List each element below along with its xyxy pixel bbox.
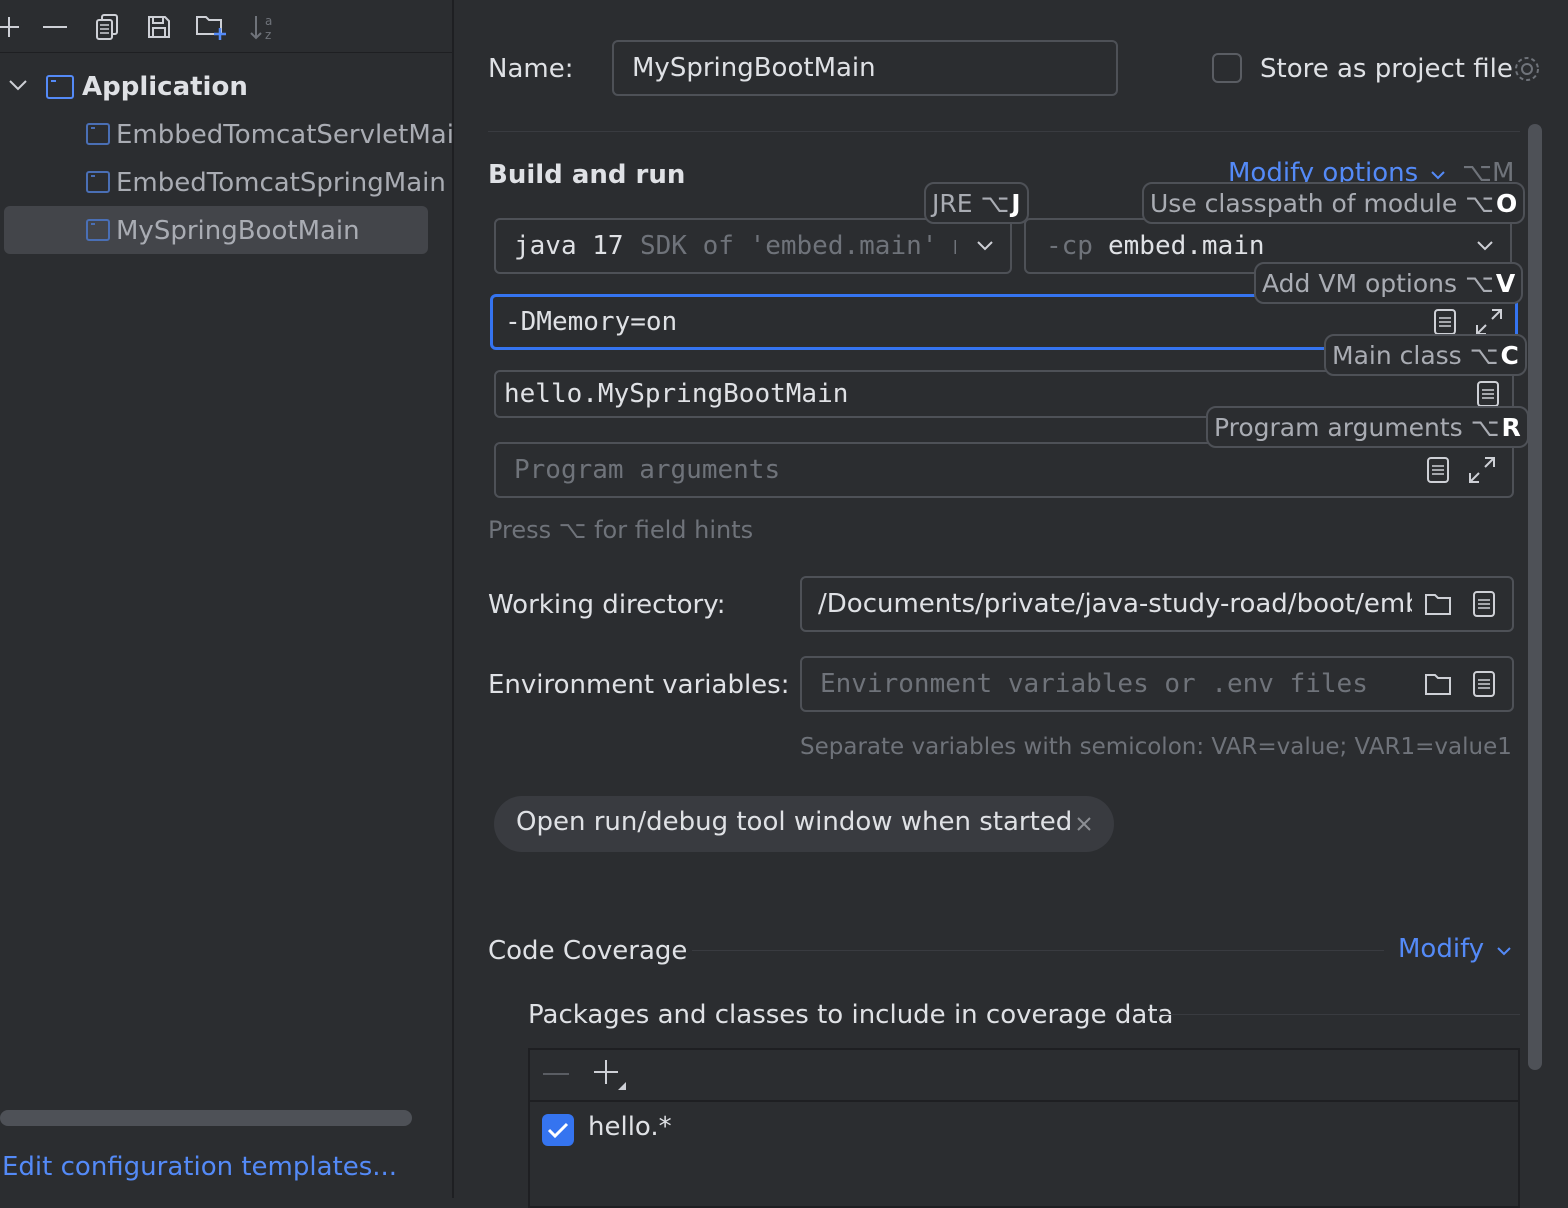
- add-icon[interactable]: [592, 1058, 628, 1092]
- working-directory-label: Working directory:: [488, 590, 726, 620]
- open-tool-window-option-chip[interactable]: Open run/debug tool window when started: [494, 796, 1114, 852]
- gear-icon[interactable]: [1512, 54, 1542, 84]
- package-pattern: hello.*: [588, 1112, 672, 1142]
- vertical-scrollbar[interactable]: [1528, 124, 1542, 1070]
- copy-icon[interactable]: [90, 10, 124, 44]
- separator: [488, 131, 1520, 132]
- store-as-project-checkbox[interactable]: [1212, 53, 1242, 83]
- list-icon[interactable]: [1470, 670, 1498, 698]
- list-icon[interactable]: [1474, 380, 1502, 408]
- expand-icon[interactable]: [1475, 308, 1503, 336]
- cp-prefix: -cp: [1046, 231, 1093, 261]
- tree-group-label: Application: [82, 72, 248, 102]
- svg-text:z: z: [265, 28, 271, 42]
- list-icon[interactable]: [1424, 456, 1452, 484]
- application-config-icon: [86, 219, 110, 241]
- coverage-packages-title: Packages and classes to include in cover…: [528, 1000, 1174, 1030]
- list-icon[interactable]: [1431, 308, 1459, 336]
- remove-icon[interactable]: [542, 1062, 570, 1086]
- toolbar-separator: [0, 52, 452, 53]
- panel-divider[interactable]: [452, 0, 454, 1198]
- application-config-icon: [86, 171, 110, 193]
- chevron-down-icon: [976, 240, 994, 252]
- separator: [692, 950, 1384, 951]
- close-icon[interactable]: [1076, 816, 1092, 832]
- chevron-down-icon: [1476, 240, 1494, 252]
- environment-variables-label: Environment variables:: [488, 670, 790, 700]
- tree-item-selected[interactable]: MySpringBootMain: [0, 208, 452, 254]
- tree-group-application[interactable]: Application: [0, 64, 452, 110]
- jre-shortcut-hint: JRE ⌥ J: [924, 182, 1029, 224]
- name-label: Name:: [488, 54, 574, 84]
- jre-select[interactable]: java 17 SDK of 'embed.main' m: [494, 218, 1012, 274]
- remove-icon[interactable]: [38, 10, 72, 44]
- edit-templates-link[interactable]: Edit configuration templates...: [2, 1152, 397, 1182]
- add-icon[interactable]: [0, 10, 26, 44]
- chevron-down-icon: [1496, 934, 1512, 964]
- jre-detail: SDK of 'embed.main' m: [640, 231, 956, 261]
- new-folder-icon[interactable]: [194, 10, 228, 44]
- tree-item-label: EmbedTomcatSpringMain: [116, 168, 446, 198]
- cp-module-value: embed.main: [1108, 231, 1265, 261]
- vm-options-shortcut-hint: Add VM options ⌥ V: [1254, 262, 1524, 304]
- field-hints-text: Press ⌥ for field hints: [488, 516, 754, 544]
- application-config-icon: [86, 123, 110, 145]
- configurations-panel: az Application EmbbedTomcatServletMain E…: [0, 0, 452, 1198]
- name-input[interactable]: MySpringBootMain: [612, 40, 1118, 96]
- jre-value: java 17: [514, 231, 624, 261]
- include-checkbox[interactable]: [542, 1114, 574, 1146]
- horizontal-scrollbar[interactable]: [0, 1110, 412, 1126]
- folder-icon[interactable]: [1424, 590, 1452, 618]
- svg-text:a: a: [265, 14, 272, 28]
- environment-variables-hint: Separate variables with semicolon: VAR=v…: [800, 734, 1512, 760]
- build-and-run-title: Build and run: [488, 160, 686, 190]
- expand-icon[interactable]: [1468, 456, 1496, 484]
- coverage-packages-table: hello.*: [528, 1048, 1520, 1208]
- classpath-shortcut-hint: Use classpath of module ⌥ O: [1142, 182, 1526, 224]
- folder-icon[interactable]: [1424, 670, 1452, 698]
- program-arguments-input[interactable]: Program arguments: [494, 442, 1514, 498]
- store-as-project-label[interactable]: Store as project file: [1260, 54, 1513, 84]
- main-class-shortcut-hint: Main class ⌥ C: [1324, 334, 1527, 376]
- working-directory-input[interactable]: /Documents/private/java-study-road/boot/…: [800, 576, 1514, 632]
- tree-item-label: MySpringBootMain: [116, 216, 360, 246]
- tree-item-label: EmbbedTomcatServletMain: [116, 120, 452, 150]
- tree-item[interactable]: EmbedTomcatSpringMain: [0, 160, 452, 206]
- chevron-down-icon[interactable]: [8, 78, 28, 92]
- coverage-modify-link[interactable]: Modify: [1398, 934, 1512, 964]
- tree-item[interactable]: EmbbedTomcatServletMain: [0, 112, 452, 158]
- code-coverage-title: Code Coverage: [488, 936, 688, 966]
- separator: [1160, 1014, 1520, 1015]
- environment-variables-input[interactable]: Environment variables or .env files: [800, 656, 1514, 712]
- list-icon[interactable]: [1470, 590, 1498, 618]
- program-args-shortcut-hint: Program arguments ⌥ R: [1206, 406, 1529, 448]
- coverage-table-toolbar: [530, 1050, 1518, 1102]
- sort-alphabetically-icon[interactable]: az: [246, 10, 280, 44]
- save-icon[interactable]: [142, 10, 176, 44]
- application-config-icon: [46, 75, 74, 99]
